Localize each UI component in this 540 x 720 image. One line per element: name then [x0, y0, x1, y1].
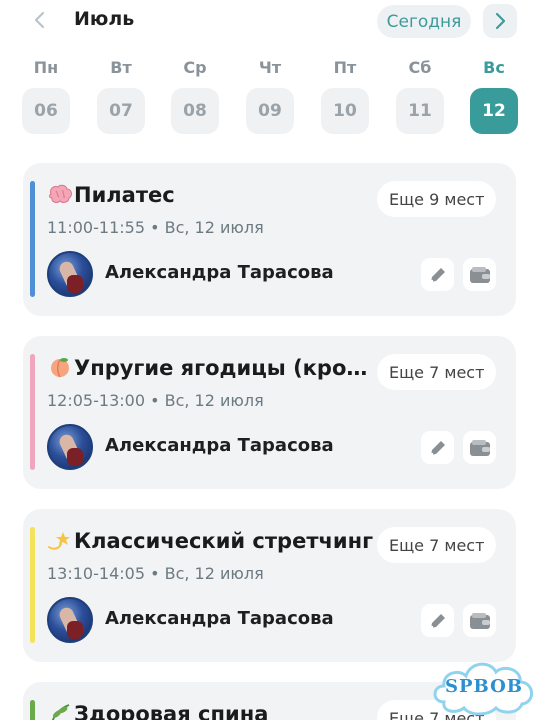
pencil-icon — [430, 613, 445, 628]
day-wednesday[interactable]: Ср 08 — [171, 56, 219, 136]
class-color-stripe — [30, 527, 35, 643]
class-title: Классический стретчинг — [47, 529, 377, 553]
class-time: 12:05-13:00 • Вс, 12 июля — [47, 391, 264, 410]
class-title-text: Упругие ягодицы (кроссов... — [74, 356, 377, 380]
day-name: Чт — [258, 58, 282, 77]
trainer-name: Александра Тарасова — [105, 608, 334, 629]
class-card[interactable]: Упругие ягодицы (кроссов... Еще 7 мест 1… — [23, 336, 516, 489]
calendar-header: Июль Сегодня — [0, 0, 540, 44]
brain-icon — [49, 184, 72, 203]
class-color-stripe — [30, 700, 35, 720]
class-card[interactable]: Пилатес Еще 9 мест 11:00-11:55 • Вс, 12 … — [23, 163, 516, 316]
today-button[interactable]: Сегодня — [377, 5, 471, 38]
day-number[interactable]: 06 — [22, 88, 70, 134]
day-name: Пн — [33, 58, 59, 77]
watermark-text: SPBOB — [445, 676, 523, 697]
day-friday[interactable]: Пт 10 — [321, 56, 369, 136]
day-sunday[interactable]: Вс 12 — [470, 56, 518, 136]
trainer-name: Александра Тарасова — [105, 435, 334, 456]
edit-button[interactable] — [421, 258, 454, 291]
class-title-text: Пилатес — [74, 183, 175, 207]
class-title: Упругие ягодицы (кроссов... — [47, 356, 377, 380]
day-name: Вс — [483, 58, 505, 77]
trainer-avatar — [47, 251, 93, 297]
day-thursday[interactable]: Чт 09 — [246, 56, 294, 136]
day-name: Ср — [183, 58, 207, 77]
month-title: Июль — [74, 8, 135, 30]
day-number[interactable]: 09 — [246, 88, 294, 134]
trainer-name: Александра Тарасова — [105, 262, 334, 283]
trainer-avatar — [47, 597, 93, 643]
class-title: Пилатес — [47, 183, 377, 207]
wallet-button[interactable] — [463, 431, 496, 464]
edit-button[interactable] — [421, 431, 454, 464]
spots-badge: Еще 9 мест — [377, 181, 497, 217]
day-tuesday[interactable]: Вт 07 — [97, 56, 145, 136]
day-number[interactable]: 08 — [171, 88, 219, 134]
wallet-icon — [469, 439, 490, 456]
herb-icon — [51, 704, 70, 720]
day-name: Вт — [110, 58, 132, 77]
chevron-left-icon — [34, 11, 45, 29]
day-number[interactable]: 11 — [396, 88, 444, 134]
class-time: 11:00-11:55 • Вс, 12 июля — [47, 218, 264, 237]
wallet-icon — [469, 266, 490, 283]
day-number[interactable]: 10 — [321, 88, 369, 134]
class-time: 13:10-14:05 • Вс, 12 июля — [47, 564, 264, 583]
day-name: Сб — [408, 58, 432, 77]
wallet-button[interactable] — [463, 258, 496, 291]
peach-icon — [51, 358, 69, 378]
class-title: Здоровая спина — [47, 702, 377, 720]
day-number[interactable]: 07 — [97, 88, 145, 134]
class-card[interactable]: Классический стретчинг Еще 7 мест 13:10-… — [23, 509, 516, 662]
spots-badge: Еще 7 мест — [377, 354, 497, 390]
dizzy-star-icon — [48, 532, 70, 550]
next-week-button[interactable] — [483, 4, 517, 38]
edit-button[interactable] — [421, 604, 454, 637]
wallet-icon — [469, 612, 490, 629]
wallet-button[interactable] — [463, 604, 496, 637]
class-color-stripe — [30, 354, 35, 470]
prev-week-button[interactable] — [26, 6, 54, 34]
pencil-icon — [430, 440, 445, 455]
week-strip: Пн 06 Вт 07 Ср 08 Чт 09 Пт 10 Сб 11 Вс 1… — [0, 56, 540, 136]
pencil-icon — [430, 267, 445, 282]
spots-badge: Еще 7 мест — [377, 527, 497, 563]
chevron-right-icon — [495, 12, 506, 30]
class-title-text: Классический стретчинг — [74, 529, 374, 553]
class-color-stripe — [30, 181, 35, 297]
day-number-selected[interactable]: 12 — [470, 88, 518, 134]
day-saturday[interactable]: Сб 11 — [396, 56, 444, 136]
day-monday[interactable]: Пн 06 — [22, 56, 70, 136]
class-title-text: Здоровая спина — [74, 702, 269, 720]
trainer-avatar — [47, 424, 93, 470]
day-name: Пт — [333, 58, 357, 77]
